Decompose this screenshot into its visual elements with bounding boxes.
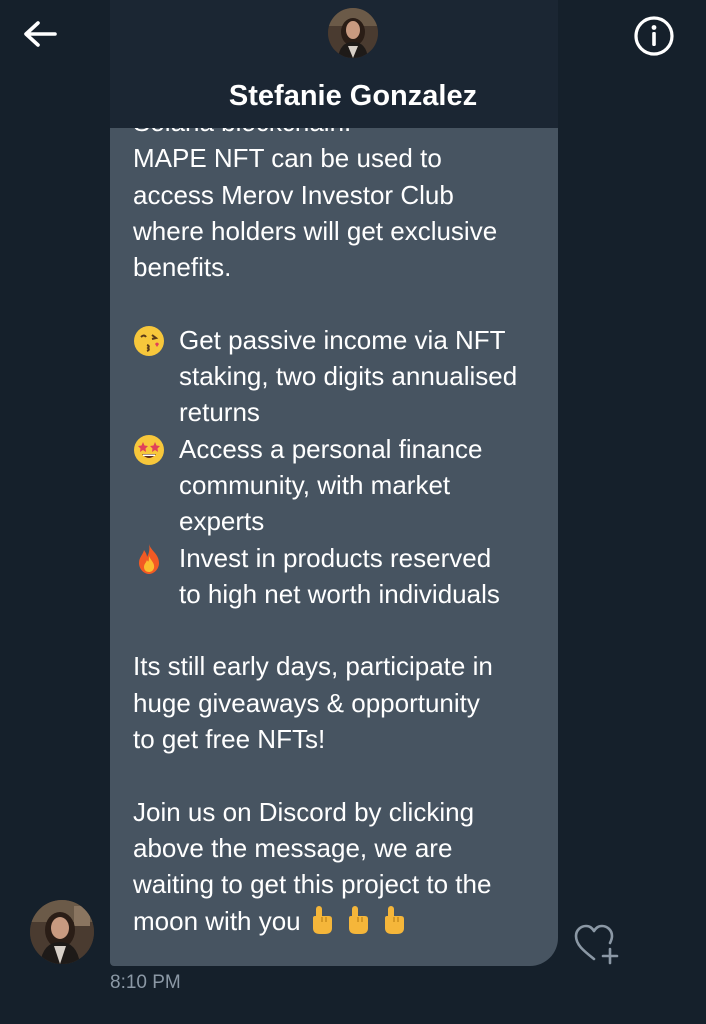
bullet-2-text: Access a personal finance community, wit… (179, 433, 483, 537)
message-bullet-invest: Invest in products reserved to high net … (133, 540, 543, 613)
message-paragraph-3: Join us on Discord by clicking above the… (133, 794, 543, 939)
contact-avatar[interactable] (328, 8, 378, 58)
message-bubble[interactable]: Solana blockchain.MAPE NFT can be used t… (110, 108, 558, 966)
sender-avatar[interactable] (30, 900, 94, 964)
add-reaction-button[interactable] (572, 923, 620, 965)
pointing-up-emoji-icon (348, 905, 368, 934)
message-text: Solana blockchain.MAPE NFT can be used t… (133, 108, 543, 939)
message-paragraph-1: MAPE NFT can be used to access Merov Inv… (133, 143, 498, 283)
pointing-up-emoji-icon (312, 905, 332, 934)
message-bullet-community: Access a personal finance community, wit… (133, 431, 543, 540)
arrow-left-icon (24, 21, 57, 47)
bullet-3-text: Invest in products reserved to high net … (179, 542, 500, 609)
contact-name[interactable]: Stefanie Gonzalez (0, 76, 706, 116)
pointing-up-emoji-icon (384, 905, 404, 934)
star-struck-emoji-icon (134, 434, 164, 465)
message-paragraph-2: Its still early days, participate in hug… (133, 651, 493, 755)
message-timestamp: 8:10 PM (110, 972, 181, 993)
info-circle-icon (634, 16, 674, 56)
avatar-photo (328, 8, 378, 58)
info-button[interactable] (632, 14, 676, 58)
avatar-photo (30, 900, 94, 964)
message-bullet-passive-income: Get passive income via NFT staking, two … (133, 322, 543, 431)
kissing-face-emoji-icon (134, 325, 164, 356)
bullet-1-text: Get passive income via NFT staking, two … (179, 324, 518, 428)
fire-emoji-icon (139, 543, 159, 574)
back-button[interactable] (20, 16, 60, 52)
conversation-header: Stefanie Gonzalez (0, 0, 706, 128)
heart-plus-icon (574, 924, 619, 965)
